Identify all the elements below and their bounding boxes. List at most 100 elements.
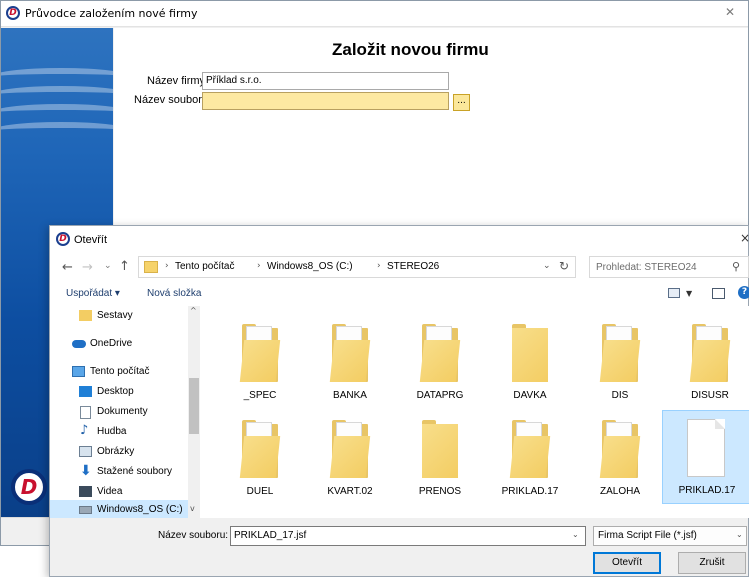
folder-item[interactable]: DUEL xyxy=(216,412,304,506)
company-name-field[interactable]: Příklad s.r.o. xyxy=(202,72,449,90)
nav-item-label: Hudba xyxy=(97,426,127,437)
app-logo-icon: D xyxy=(6,6,20,20)
file-name: DUEL xyxy=(246,486,274,497)
dialog-title: Otevřít xyxy=(74,234,108,246)
dialog-toolbar: Uspořádat ▾ Nová složka ▼ ? xyxy=(50,284,749,306)
folder-item[interactable]: BANKA xyxy=(306,316,394,410)
nav-item-label: Desktop xyxy=(97,386,134,397)
nav-item-videos[interactable]: Videa xyxy=(50,482,188,502)
pictures-icon xyxy=(79,446,92,457)
close-icon[interactable]: × xyxy=(740,231,749,245)
browse-button[interactable]: ... xyxy=(453,94,470,111)
folder-icon xyxy=(144,261,158,273)
open-dialog: D Otevřít × ← → ⌄ ↑ › Tento počítač › Wi… xyxy=(49,225,749,577)
nav-item-label: Sestavy xyxy=(97,310,133,321)
scroll-up-icon[interactable]: ^ xyxy=(190,306,197,315)
brand-logo-icon: D xyxy=(11,469,47,505)
recent-locations-chevron-icon[interactable]: ⌄ xyxy=(104,261,112,271)
nav-item-desktop[interactable]: Desktop xyxy=(50,382,188,402)
file-name: KVART.02 xyxy=(327,486,373,497)
file-list: _SPEC BANKA DATAPRG DAVKA DIS DISUSR DUE… xyxy=(202,306,749,518)
banner-wave xyxy=(1,122,113,140)
file-name-label: Název souboru: xyxy=(158,530,229,541)
folder-item[interactable]: KVART.02 xyxy=(306,412,394,506)
refresh-icon[interactable]: ↻ xyxy=(559,259,569,273)
address-bar[interactable]: › Tento počítač › Windows8_OS (C:) › STE… xyxy=(138,256,576,278)
nav-item-onedrive[interactable]: OneDrive xyxy=(50,334,188,354)
file-name: BANKA xyxy=(333,390,367,401)
chevron-right-icon: › xyxy=(165,261,169,271)
file-name: PRIKLAD.17 xyxy=(501,486,559,497)
nav-item-label: OneDrive xyxy=(90,338,133,349)
nav-item-music[interactable]: ♪ Hudba xyxy=(50,422,188,442)
open-button[interactable]: Otevřít xyxy=(593,552,661,574)
chevron-down-icon[interactable]: ⌄ xyxy=(543,261,551,271)
up-arrow-icon[interactable]: ↑ xyxy=(119,259,130,274)
document-icon xyxy=(687,419,725,477)
close-icon[interactable]: ✕ xyxy=(722,4,738,20)
nav-item-label: Obrázky xyxy=(97,446,135,457)
scrollbar-thumb[interactable] xyxy=(189,378,199,434)
cancel-button[interactable]: Zrušit xyxy=(678,552,746,574)
folder-item[interactable]: PRENOS xyxy=(396,412,484,506)
nav-item-sestavy[interactable]: Sestavy xyxy=(50,306,188,326)
back-arrow-icon[interactable]: ← xyxy=(62,260,73,275)
nav-item-downloads[interactable]: ⬇ Stažené soubory xyxy=(50,462,188,482)
drive-icon xyxy=(79,506,92,514)
nav-item-pictures[interactable]: Obrázky xyxy=(50,442,188,462)
file-name: DISUSR xyxy=(691,390,729,401)
forward-arrow-icon[interactable]: → xyxy=(82,260,93,275)
banner-wave xyxy=(1,104,113,122)
page-title: Založit novou firmu xyxy=(332,40,489,59)
folder-item[interactable]: ZALOHA xyxy=(576,412,664,506)
banner-wave xyxy=(1,86,113,104)
downloads-icon: ⬇ xyxy=(80,463,92,479)
nav-item-this-pc[interactable]: Tento počítač xyxy=(50,362,188,382)
banner-wave xyxy=(1,68,113,86)
nav-item-label: Dokumenty xyxy=(97,406,148,417)
preview-pane-icon[interactable] xyxy=(712,288,725,299)
search-placeholder: Prohledat: STEREO24 xyxy=(596,262,697,273)
file-name: PRIKLAD.17 xyxy=(678,485,736,496)
documents-icon xyxy=(80,406,91,419)
folder-item[interactable]: PRIKLAD.17 xyxy=(486,412,574,506)
folder-item[interactable]: DISUSR xyxy=(666,316,749,410)
view-options-icon[interactable] xyxy=(668,288,680,298)
file-name: DIS xyxy=(611,390,629,401)
file-name: PRENOS xyxy=(418,486,462,497)
help-icon[interactable]: ? xyxy=(738,286,749,299)
breadcrumb-item[interactable]: STEREO26 xyxy=(387,261,439,272)
chevron-down-icon[interactable]: ⌄ xyxy=(736,530,743,539)
breadcrumb-item[interactable]: Windows8_OS (C:) xyxy=(267,261,353,272)
new-folder-button[interactable]: Nová složka xyxy=(147,288,201,299)
navigation-scrollbar[interactable]: ^ v xyxy=(188,306,199,518)
nav-item-label: Windows8_OS (C:) xyxy=(97,504,183,515)
file-type-select[interactable]: Firma Script File (*.jsf) xyxy=(593,526,747,546)
breadcrumb-item[interactable]: Tento počítač xyxy=(175,261,234,272)
chevron-right-icon: › xyxy=(377,261,381,271)
wizard-titlebar[interactable]: D Průvodce založením nové firmy ✕ xyxy=(1,1,748,27)
computer-icon xyxy=(72,366,85,377)
folder-item[interactable]: DAVKA xyxy=(486,316,574,410)
scroll-down-icon[interactable]: v xyxy=(190,504,195,513)
chevron-down-icon[interactable]: ▼ xyxy=(686,289,692,298)
chevron-down-icon[interactable]: ⌄ xyxy=(572,530,579,539)
desktop-icon xyxy=(79,386,92,397)
file-name-field[interactable] xyxy=(202,92,449,110)
file-name-field[interactable]: PRIKLAD_17.jsf xyxy=(230,526,586,546)
nav-item-documents[interactable]: Dokumenty xyxy=(50,402,188,422)
organize-button[interactable]: Uspořádat ▾ xyxy=(66,288,120,299)
nav-item-label: Stažené soubory xyxy=(97,466,173,477)
file-item-selected[interactable]: PRIKLAD.17 xyxy=(662,410,749,504)
file-name: DAVKA xyxy=(513,390,547,401)
company-name-label: Název firmy: xyxy=(147,75,209,87)
nav-item-drive-c[interactable]: Windows8_OS (C:) xyxy=(50,500,188,518)
file-name: DATAPRG xyxy=(416,390,464,401)
music-icon: ♪ xyxy=(80,423,89,438)
search-icon[interactable]: ⚲ xyxy=(732,260,740,273)
folder-item[interactable]: DIS xyxy=(576,316,664,410)
folder-item[interactable]: DATAPRG xyxy=(396,316,484,410)
folder-item[interactable]: _SPEC xyxy=(216,316,304,410)
folder-icon xyxy=(79,310,92,321)
search-input[interactable]: Prohledat: STEREO24 ⚲ xyxy=(589,256,749,278)
